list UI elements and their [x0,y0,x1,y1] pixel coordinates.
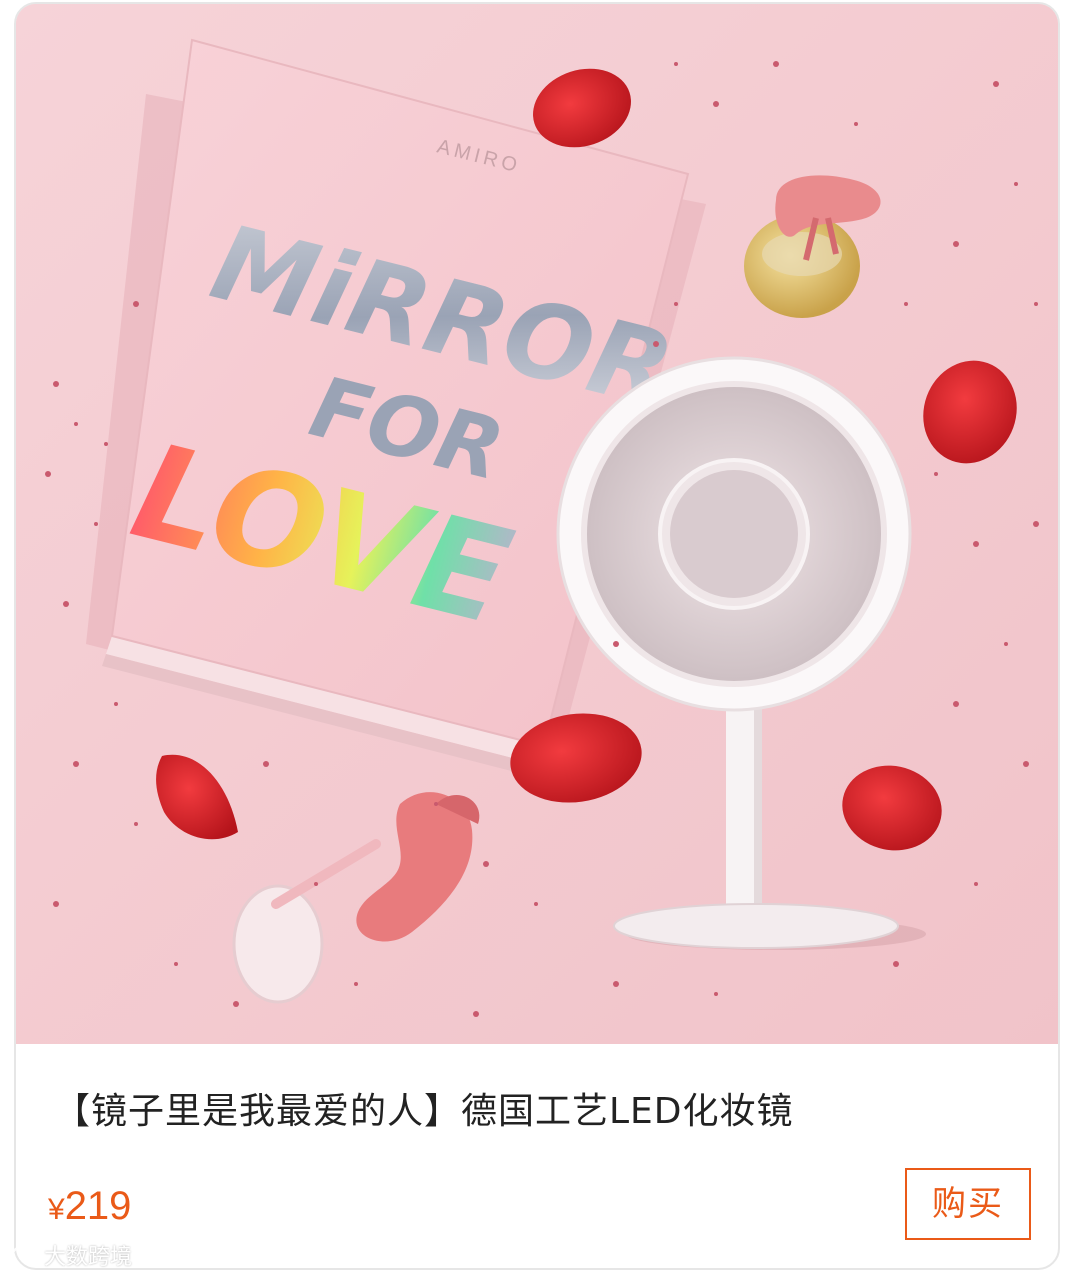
price: ¥219 [48,1180,131,1232]
product-card[interactable]: AMIRO MiRROR FOR LOVE 【镜子里是我最爱的人】德国工艺LED… [14,2,1060,1270]
watermark-logo-icon [10,1246,38,1264]
product-photo: AMIRO MiRROR FOR LOVE [16,4,1058,1044]
price-currency: ¥ [48,1193,65,1226]
price-amount: 219 [64,1184,132,1228]
watermark-text: 大数跨境 [44,1245,133,1270]
watermark: 大数跨境 [8,1238,132,1272]
buy-button[interactable]: 购买 [905,1168,1031,1240]
product-image[interactable]: AMIRO MiRROR FOR LOVE [16,4,1058,1044]
product-title[interactable]: 【镜子里是我最爱的人】德国工艺LED化妆镜 [54,1088,1034,1136]
